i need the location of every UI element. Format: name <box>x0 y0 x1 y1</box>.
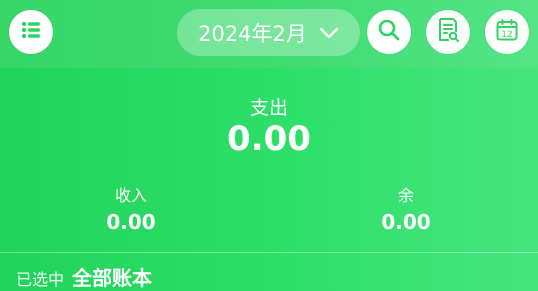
bill-search-icon <box>436 17 460 47</box>
ledger-selector[interactable]: 已选中 全部账本 <box>16 262 152 291</box>
divider <box>0 252 538 253</box>
calendar-day-text: 12 <box>501 30 512 40</box>
bill-search-button[interactable] <box>426 10 470 54</box>
month-label: 2024年2月 <box>198 21 307 46</box>
chevron-down-icon <box>317 21 339 45</box>
month-selector[interactable]: 2024年2月 <box>177 9 360 56</box>
selected-ledger: 全部账本 <box>72 266 153 290</box>
balance-value: 0.00 <box>381 210 431 234</box>
calendar-icon: 12 <box>495 18 519 46</box>
search-icon <box>377 18 401 46</box>
calendar-button[interactable]: 12 <box>485 10 529 54</box>
search-button[interactable] <box>367 10 411 54</box>
list-icon <box>20 19 42 45</box>
expense-label: 支出 <box>249 97 288 119</box>
expense-value: 0.00 <box>227 119 311 159</box>
menu-button[interactable] <box>9 10 53 54</box>
selected-label: 已选中 <box>16 270 65 289</box>
income-label: 收入 <box>114 186 147 205</box>
income-value: 0.00 <box>106 210 156 234</box>
balance-label: 余 <box>397 186 414 205</box>
